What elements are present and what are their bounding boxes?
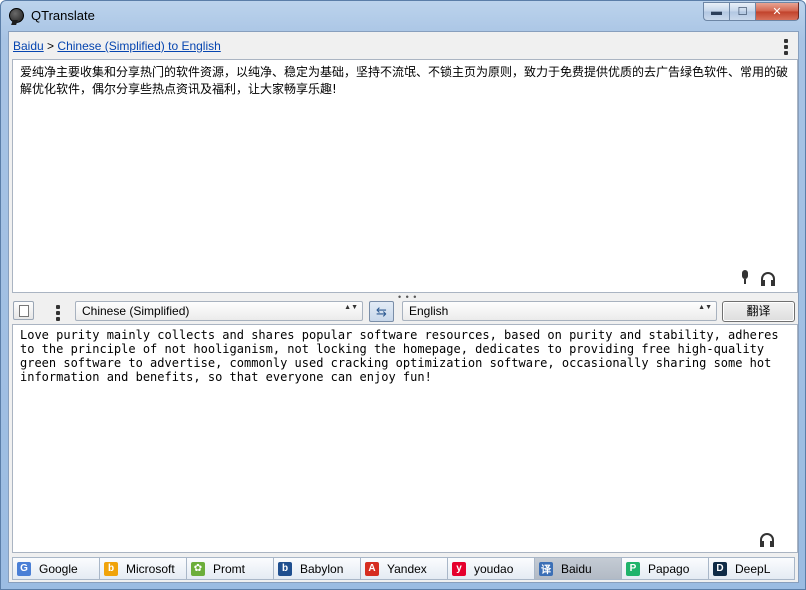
engine-tab-label: Papago: [648, 561, 690, 576]
options-menu-button[interactable]: [56, 305, 60, 321]
engine-tabs: G Google b Microsoft ✿ Promt b Babylon A Yandex y y…: [12, 557, 798, 580]
source-language-select[interactable]: Chinese (Simplified) ▲▼: [75, 301, 363, 321]
baidu-icon: 译: [539, 561, 553, 576]
engine-tab-label: Promt: [213, 561, 246, 576]
maximize-button[interactable]: ☐: [729, 2, 755, 21]
combo-arrows-icon: ▲▼: [698, 304, 712, 311]
breadcrumb-separator: >: [47, 39, 55, 53]
title-bar[interactable]: QTranslate ▬ ☐ ✕: [1, 1, 805, 31]
service-link[interactable]: Baidu: [13, 39, 44, 53]
engine-tab-label: Microsoft: [126, 561, 175, 576]
microphone-icon[interactable]: [740, 270, 750, 284]
splitter-grip[interactable]: • • •: [398, 293, 417, 302]
new-document-button[interactable]: [13, 301, 34, 320]
babylon-icon: b: [278, 561, 292, 576]
source-text[interactable]: 爱纯净主要收集和分享热门的软件资源，以纯净、稳定为基础，坚持不流氓、不锁主页为原…: [20, 64, 790, 98]
deepl-icon: D: [713, 561, 727, 576]
client-area: Baidu > Chinese (Simplified) to English …: [8, 31, 799, 583]
engine-tab-youdao[interactable]: y youdao: [447, 557, 534, 580]
engine-tab-label: Baidu: [561, 561, 592, 576]
source-language-value: Chinese (Simplified): [82, 304, 190, 318]
engine-tab-label: Google: [39, 561, 78, 576]
language-toolbar: • • • Chinese (Simplified) ▲▼ ⇆ English …: [9, 293, 798, 323]
engine-tab-deepl[interactable]: D DeepL: [708, 557, 795, 580]
google-icon: G: [17, 561, 31, 576]
engine-tab-papago[interactable]: P Papago: [621, 557, 708, 580]
close-button[interactable]: ✕: [755, 2, 799, 21]
target-language-select[interactable]: English ▲▼: [402, 301, 717, 321]
result-text[interactable]: Love purity mainly collects and shares p…: [20, 328, 795, 384]
window-title: QTranslate: [31, 8, 95, 23]
document-icon: [19, 305, 29, 317]
papago-icon: P: [626, 561, 640, 576]
engine-tab-label: Babylon: [300, 561, 344, 576]
result-pane[interactable]: Love purity mainly collects and shares p…: [12, 324, 798, 553]
listen-result-icon[interactable]: [760, 533, 774, 547]
promt-icon: ✿: [191, 561, 205, 576]
engine-tab-label: Yandex: [387, 561, 427, 576]
engine-tab-yandex[interactable]: A Yandex: [360, 557, 447, 580]
yandex-icon: A: [365, 561, 379, 576]
qtranslate-logo-icon: [9, 8, 24, 23]
engine-tab-label: DeepL: [735, 561, 771, 576]
engine-tab-label: youdao: [474, 561, 514, 576]
source-pane[interactable]: 爱纯净主要收集和分享热门的软件资源，以纯净、稳定为基础，坚持不流氓、不锁主页为原…: [12, 59, 798, 293]
swap-languages-button[interactable]: ⇆: [369, 301, 394, 322]
engine-tab-babylon[interactable]: b Babylon: [273, 557, 360, 580]
combo-arrows-icon: ▲▼: [344, 304, 358, 311]
app-window: QTranslate ▬ ☐ ✕ Baidu > Chinese (Simpli…: [0, 0, 806, 590]
engine-tab-promt[interactable]: ✿ Promt: [186, 557, 273, 580]
bing-icon: b: [104, 561, 118, 576]
listen-source-icon[interactable]: [761, 272, 775, 286]
minimize-button[interactable]: ▬: [703, 2, 729, 21]
engine-tab-microsoft[interactable]: b Microsoft: [99, 557, 186, 580]
target-language-value: English: [409, 304, 449, 318]
engine-tab-google[interactable]: G Google: [12, 557, 99, 580]
translate-button[interactable]: 翻译: [722, 301, 795, 322]
window-controls: ▬ ☐ ✕: [703, 2, 799, 21]
engine-tab-baidu[interactable]: 译 Baidu: [534, 557, 621, 580]
main-menu-button[interactable]: [784, 39, 788, 55]
breadcrumb: Baidu > Chinese (Simplified) to English: [13, 39, 221, 53]
direction-link[interactable]: Chinese (Simplified) to English: [57, 39, 220, 53]
youdao-icon: y: [452, 561, 466, 576]
